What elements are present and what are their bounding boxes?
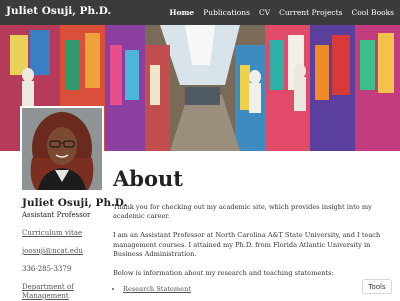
about-paragraph-1: Thank you for checking out my academic s…	[113, 203, 372, 221]
author-role: Assistant Professor	[22, 211, 91, 219]
about-paragraph-2: I am an Assistant Professor at North Car…	[113, 231, 381, 258]
department-link[interactable]: Department of Management	[22, 283, 112, 301]
author-avatar	[20, 106, 104, 192]
nav-cool-books[interactable]: Cool Books	[352, 8, 395, 17]
main-content: About Thank you for checking out my acad…	[113, 166, 393, 293]
statements-list: Research Statement	[113, 285, 393, 293]
top-navigation-bar: Juliet Osuji, Ph.D. Home Publications CV…	[0, 0, 400, 25]
nav-cv[interactable]: CV	[259, 8, 270, 17]
nav-current-projects[interactable]: Current Projects	[279, 8, 342, 17]
page-title: About	[113, 166, 183, 191]
nav-publications[interactable]: Publications	[203, 8, 250, 17]
email-link[interactable]: joosuji@ncat.edu	[22, 247, 112, 255]
nav-home[interactable]: Home	[169, 8, 194, 17]
about-paragraph-3: Below is information about my research a…	[113, 269, 334, 278]
author-name: Juliet Osuji, Ph.D.	[22, 197, 128, 209]
cv-link[interactable]: Curriculum vitae	[22, 229, 112, 237]
author-sidebar: Juliet Osuji, Ph.D. Assistant Professor …	[22, 197, 128, 301]
phone-number: 336-285-3379	[22, 265, 72, 273]
site-title[interactable]: Juliet Osuji, Ph.D.	[6, 5, 111, 17]
research-statement-link[interactable]: Research Statement	[123, 285, 393, 293]
tools-button[interactable]: Tools	[362, 279, 392, 294]
nav-menu: Home Publications CV Current Projects Co…	[169, 8, 394, 17]
